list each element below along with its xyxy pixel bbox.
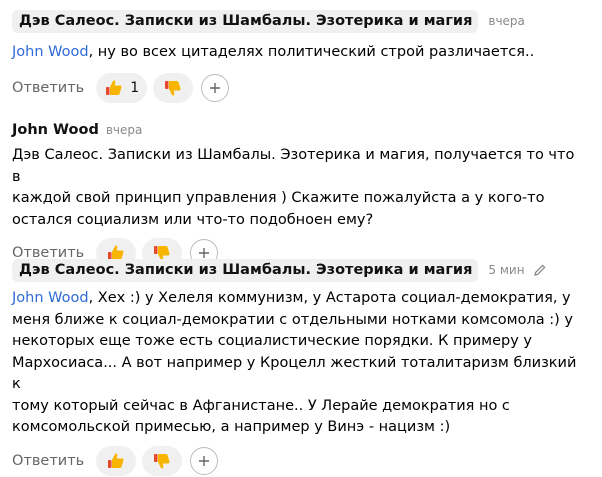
comment-author[interactable]: Дэв Салеос. Записки из Шамбалы. Эзотерик… [12,258,479,282]
dislike-button[interactable] [153,72,194,103]
comment-time: вчера [105,123,143,137]
mention-link[interactable]: John Wood [12,290,89,306]
thumbs-up-icon [108,452,124,468]
comment-time: 5 мин [488,263,525,277]
dislike-button[interactable] [142,445,183,476]
pencil-icon[interactable] [533,263,547,277]
comment-2: John Wood вчера Дэв Салеос. Записки из Ш… [12,117,596,269]
comment-actions: Ответить [12,445,596,477]
comment-header: Дэв Салеос. Записки из Шамбалы. Эзотерик… [12,257,596,283]
comment-text: John Wood, ну во всех цитаделях политиче… [12,44,535,60]
comment-time: вчера [488,14,525,28]
plus-icon [210,82,221,93]
comment-text: John Wood, Хех :) у Хелеля коммунизм, у … [12,290,577,435]
mention-link[interactable]: John Wood [12,44,89,60]
comment-1: Дэв Салеос. Записки из Шамбалы. Эзотерик… [12,8,596,104]
reply-button[interactable]: Ответить [12,453,84,469]
comment-3: Дэв Салеос. Записки из Шамбалы. Эзотерик… [12,257,596,477]
thumbs-down-icon [165,80,181,96]
like-count: 1 [130,79,140,96]
plus-icon [199,455,210,466]
thumbs-down-icon [154,453,170,469]
comment-author[interactable]: John Wood [12,122,99,138]
comment-text: Дэв Салеос. Записки из Шамбалы. Эзотерик… [12,147,575,228]
add-reaction-button[interactable] [190,446,219,475]
thumbs-up-icon [106,79,122,95]
comment-actions: Ответить 1 [12,72,596,104]
comment-header: Дэв Салеос. Записки из Шамбалы. Эзотерик… [12,8,596,34]
add-reaction-button[interactable] [201,73,230,102]
comment-author[interactable]: Дэв Салеос. Записки из Шамбалы. Эзотерик… [12,9,479,33]
comment-header: John Wood вчера [12,117,596,143]
like-button[interactable]: 1 [96,72,148,103]
like-button[interactable] [96,445,137,476]
reply-button[interactable]: Ответить [12,80,84,96]
